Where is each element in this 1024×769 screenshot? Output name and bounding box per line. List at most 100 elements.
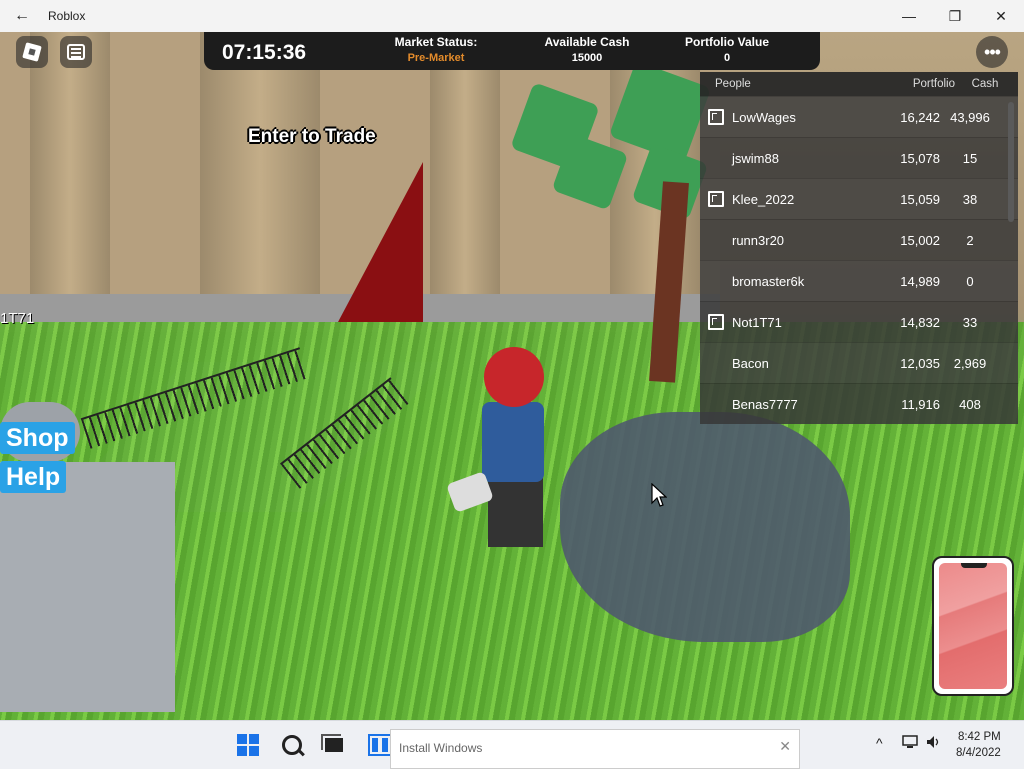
wall-pillar — [430, 32, 500, 322]
player-cash: 2 — [966, 232, 974, 248]
system-time: 8:42 PM — [957, 731, 1001, 743]
system-clock[interactable]: 8:42 PM 8/4/2022 — [956, 729, 1001, 761]
avatar-legs — [488, 477, 543, 547]
window-controls: — ❐ ✕ — [886, 0, 1024, 32]
system-date: 8/4/2022 — [956, 747, 1001, 759]
shop-button[interactable]: Shop — [0, 422, 75, 454]
start-button[interactable] — [236, 733, 260, 757]
task-view-button[interactable] — [321, 733, 346, 757]
search-button[interactable] — [280, 733, 304, 757]
install-windows-notification[interactable]: Install Windows ✕ — [390, 729, 800, 769]
player-cash: 15 — [962, 150, 978, 166]
market-clock: 07:15:36 — [222, 41, 307, 64]
leaderboard-row[interactable]: Benas7777 11,916 408 — [700, 383, 1018, 424]
back-arrow-icon[interactable]: ← — [0, 0, 44, 32]
header-people: People — [715, 78, 751, 90]
player-portfolio: 14,832 — [900, 314, 940, 330]
header-cash: Cash — [971, 78, 999, 90]
help-button[interactable]: Help — [0, 461, 67, 493]
phone-notch — [961, 563, 987, 568]
chat-button[interactable] — [60, 36, 92, 68]
wall-pillar — [200, 32, 320, 322]
leaderboard-row[interactable]: Klee_2022 15,059 38 — [700, 178, 1018, 219]
leaderboard-header: People Portfolio Cash — [700, 72, 1018, 96]
enter-to-trade-sign: Enter to Trade — [248, 126, 376, 147]
player-name: runn3r20 — [732, 232, 785, 248]
leaderboard[interactable]: People Portfolio Cash LowWages 16,242 43… — [700, 72, 1018, 424]
player-cash: 43,996 — [950, 109, 990, 125]
player-name: LowWages — [732, 109, 796, 125]
player-cash: 33 — [962, 314, 978, 330]
portfolio-value-label: Portfolio Value — [684, 35, 769, 49]
wall-pillar — [30, 32, 110, 322]
roblox-logo-icon — [22, 42, 42, 62]
volume-icon[interactable] — [926, 735, 942, 752]
premium-icon — [708, 191, 724, 207]
snap-layout-icon — [368, 734, 392, 756]
header-portfolio: Portfolio — [912, 78, 955, 90]
roblox-menu-button[interactable] — [16, 36, 48, 68]
mouse-cursor-icon — [651, 483, 667, 507]
task-view-icon — [321, 734, 343, 752]
available-cash-value: 15000 — [571, 52, 603, 64]
player-name: bromaster6k — [732, 273, 805, 289]
market-status-value: Pre-Market — [407, 52, 465, 64]
phone-button[interactable] — [932, 556, 1014, 696]
market-status-label: Market Status: — [394, 35, 478, 49]
close-icon[interactable]: ✕ — [779, 738, 791, 755]
premium-icon — [708, 314, 724, 330]
player-avatar — [446, 347, 570, 567]
player-portfolio: 15,059 — [900, 191, 940, 207]
leaderboard-rows: LowWages 16,242 43,996 jswim88 15,078 15… — [700, 96, 1018, 424]
player-portfolio: 15,002 — [900, 232, 940, 248]
more-options-button[interactable]: ••• — [976, 36, 1008, 68]
player-nametag: 1T71 — [0, 310, 35, 327]
player-name: Benas7777 — [732, 396, 798, 412]
game-viewport[interactable]: Enter to Trade 1T71 ••• 07:15:36 Market … — [0, 32, 1024, 720]
red-stair-ramp — [338, 162, 423, 322]
player-portfolio: 15,078 — [900, 150, 940, 166]
market-hud: 07:15:36 Market Status: Pre-Market Avail… — [204, 32, 820, 70]
player-name: Bacon — [732, 355, 769, 371]
portfolio-value: Portfolio Value 0 — [676, 35, 778, 64]
minimize-button[interactable]: — — [886, 0, 932, 32]
player-name: jswim88 — [732, 150, 779, 166]
window-title: Roblox — [48, 9, 86, 23]
leaderboard-row[interactable]: runn3r20 15,002 2 — [700, 219, 1018, 260]
more-dots-icon: ••• — [984, 42, 1001, 62]
maximize-button[interactable]: ❐ — [932, 0, 978, 32]
player-portfolio: 16,242 — [900, 109, 940, 125]
player-portfolio: 12,035 — [900, 355, 940, 371]
avatar-red-hat — [484, 347, 544, 407]
search-icon — [282, 735, 302, 755]
leaderboard-row[interactable]: Not1T71 14,832 33 — [700, 301, 1018, 342]
player-cash: 0 — [966, 273, 974, 289]
player-portfolio: 14,989 — [900, 273, 940, 289]
window-title-bar: ← Roblox — ❐ ✕ — [0, 0, 1024, 32]
player-name: Not1T71 — [732, 314, 782, 330]
grey-boulder — [560, 412, 850, 642]
snap-layout-button[interactable] — [368, 733, 392, 757]
windows-logo-icon — [237, 734, 259, 756]
market-status: Market Status: Pre-Market — [390, 35, 482, 64]
npc-body — [0, 462, 175, 712]
available-cash: Available Cash 15000 — [539, 35, 635, 64]
player-cash: 38 — [962, 191, 978, 207]
player-portfolio: 11,916 — [901, 396, 940, 412]
leaderboard-row[interactable]: bromaster6k 14,989 0 — [700, 260, 1018, 301]
player-cash: 2,969 — [953, 355, 987, 371]
portfolio-value-value: 0 — [723, 52, 731, 64]
premium-icon — [708, 109, 724, 125]
leaderboard-row[interactable]: LowWages 16,242 43,996 — [700, 96, 1018, 137]
close-button[interactable]: ✕ — [978, 0, 1024, 32]
available-cash-label: Available Cash — [544, 35, 630, 49]
player-name: Klee_2022 — [732, 191, 795, 207]
install-windows-text: Install Windows — [399, 741, 483, 755]
network-icon[interactable] — [902, 735, 918, 752]
leaderboard-row[interactable]: jswim88 15,078 15 — [700, 137, 1018, 178]
leaderboard-row[interactable]: Bacon 12,035 2,969 — [700, 342, 1018, 383]
leaderboard-scrollbar[interactable] — [1008, 102, 1014, 222]
chat-icon — [67, 44, 85, 60]
phone-icon — [939, 563, 1007, 689]
tray-chevron-icon[interactable]: ^ — [876, 735, 883, 751]
